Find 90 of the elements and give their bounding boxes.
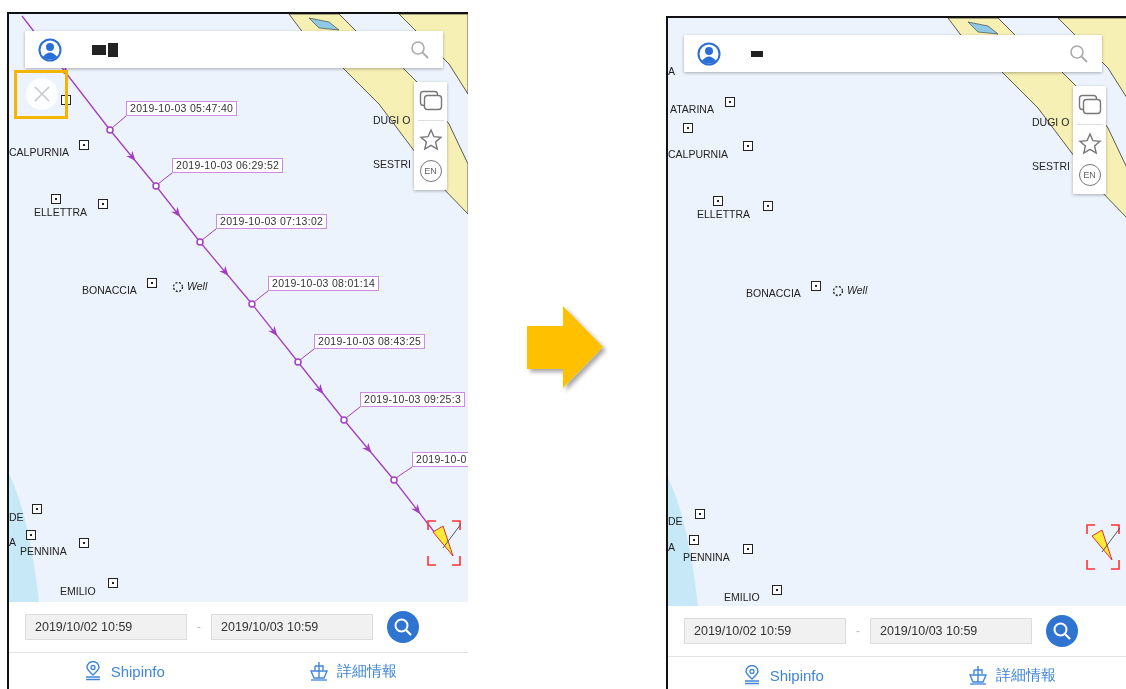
square-marker-icon xyxy=(79,538,89,548)
search-button[interactable] xyxy=(387,611,419,643)
bottom-tab[interactable]: 詳細情報 xyxy=(238,653,468,689)
leader-line xyxy=(299,348,315,361)
square-marker-icon xyxy=(32,504,42,514)
square-marker-icon xyxy=(79,140,89,150)
language-button[interactable]: EN xyxy=(1078,164,1101,187)
map-label: EMILIO xyxy=(60,585,96,598)
square-marker-icon xyxy=(811,281,821,291)
square-marker-icon xyxy=(61,95,71,105)
date-separator: - xyxy=(856,624,860,638)
map-label: Well xyxy=(847,284,868,297)
map-label: DE xyxy=(9,511,24,524)
square-marker-icon xyxy=(689,535,699,545)
map-label: SESTRI xyxy=(373,158,411,171)
layers-icon[interactable] xyxy=(1077,93,1102,116)
close-icon xyxy=(33,85,51,103)
map-label: PENNINA xyxy=(20,545,67,558)
timestamp-label: 2019-10-03 09:25:3 xyxy=(360,392,466,407)
map-label: A xyxy=(9,536,16,549)
map-label: BONACCIA xyxy=(82,284,137,297)
map-label: SESTRI xyxy=(1032,160,1070,173)
ship-marker-icon xyxy=(1086,524,1120,570)
language-button[interactable]: EN xyxy=(419,160,442,183)
map-label: EMILIO xyxy=(724,591,760,604)
map-label: ELLETTRA xyxy=(697,208,751,221)
timestamp-label: 2019-10-03 07:13:02 xyxy=(216,214,328,229)
search-bar[interactable] xyxy=(25,31,443,68)
start-date-field[interactable]: 2019/10/02 10:59 xyxy=(684,618,846,644)
map-label: ELLETTRA xyxy=(34,206,88,219)
layers-icon[interactable] xyxy=(418,89,443,112)
star-icon[interactable] xyxy=(418,128,443,153)
star-icon[interactable] xyxy=(1077,132,1102,157)
timestamp-label: 2019-10-03 08:01:14 xyxy=(268,276,380,291)
map-label: DUGI O xyxy=(1032,116,1070,129)
map-label: DUGI O xyxy=(373,114,411,127)
square-marker-icon xyxy=(713,196,723,206)
search-bar[interactable] xyxy=(684,35,1102,72)
search-icon xyxy=(1052,621,1072,641)
start-date-field[interactable]: 2019/10/02 10:59 xyxy=(25,614,187,640)
end-date-field[interactable]: 2019/10/03 10:59 xyxy=(211,614,373,640)
timestamp-label: 2019-10-0 xyxy=(412,452,468,467)
dotted-circle-icon xyxy=(172,280,184,293)
square-marker-icon xyxy=(772,585,782,595)
map-label: CALPURNIA xyxy=(668,148,729,161)
user-avatar-icon[interactable] xyxy=(697,41,721,66)
square-marker-icon xyxy=(743,544,753,554)
bottom-tab[interactable]: Shipinfo xyxy=(9,653,239,689)
end-date-field[interactable]: 2019/10/03 10:59 xyxy=(870,618,1032,644)
ship-icon xyxy=(968,665,989,685)
timestamp-label: 2019-10-03 06:29:52 xyxy=(172,158,284,173)
map-label: CALPURNIA xyxy=(9,146,70,159)
square-marker-icon xyxy=(26,530,36,540)
bottom-tab[interactable]: 詳細情報 xyxy=(897,657,1126,689)
square-marker-icon xyxy=(98,199,108,209)
leader-line xyxy=(157,172,173,185)
leader-line xyxy=(111,115,127,129)
map-label: DE xyxy=(668,515,683,528)
redacted-text xyxy=(751,50,763,57)
ship-icon xyxy=(309,661,330,681)
leader-line xyxy=(253,290,269,303)
redacted-text xyxy=(92,42,118,57)
dotted-circle-icon xyxy=(832,284,844,297)
leader-line xyxy=(201,228,217,241)
user-avatar-icon[interactable] xyxy=(38,37,62,62)
map-label: A xyxy=(668,65,675,78)
square-marker-icon xyxy=(108,578,118,588)
square-marker-icon xyxy=(683,123,693,133)
map-label: Well xyxy=(187,280,208,293)
search-icon[interactable] xyxy=(1069,43,1089,64)
timestamp-label: 2019-10-03 05:47:40 xyxy=(126,101,238,116)
search-icon xyxy=(393,617,413,637)
leader-line xyxy=(395,466,413,479)
square-marker-icon xyxy=(725,97,735,107)
square-marker-icon xyxy=(51,194,61,204)
map-label: ATARINA xyxy=(670,103,714,116)
square-marker-icon xyxy=(695,509,705,519)
timestamp-label: 2019-10-03 08:43:25 xyxy=(314,334,426,349)
search-icon[interactable] xyxy=(410,39,430,60)
ship-marker-icon xyxy=(427,520,461,566)
square-marker-icon xyxy=(147,278,157,288)
square-marker-icon xyxy=(743,141,753,151)
map-label: BONACCIA xyxy=(746,287,801,300)
search-button[interactable] xyxy=(1046,615,1078,647)
bottom-tab[interactable]: Shipinfo xyxy=(668,657,898,689)
date-separator: - xyxy=(197,620,201,634)
map-label: A xyxy=(668,541,675,554)
square-marker-icon xyxy=(763,201,773,211)
map-label: PENNINA xyxy=(683,551,730,564)
leader-line xyxy=(345,406,361,419)
